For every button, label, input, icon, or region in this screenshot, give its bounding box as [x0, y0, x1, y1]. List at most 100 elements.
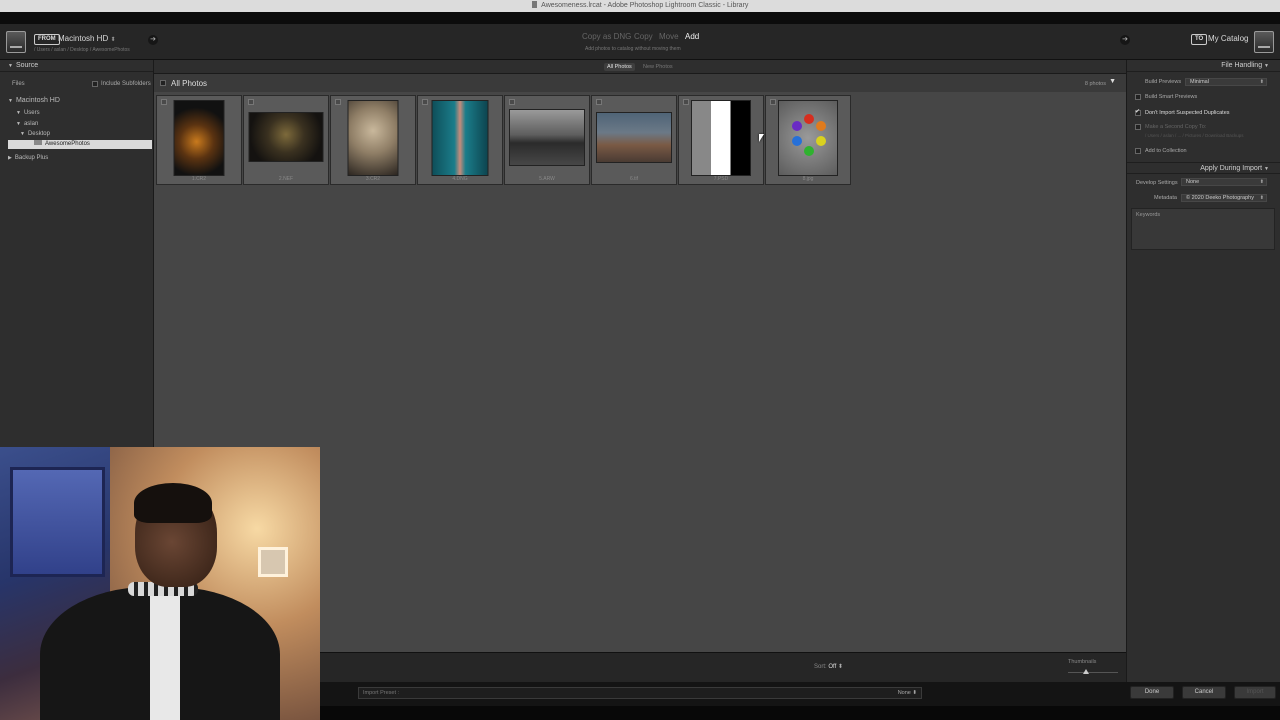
no-duplicates-checkbox[interactable] [1135, 108, 1141, 116]
collapse-triangle-icon: ▼ [1264, 63, 1269, 69]
photo-filename: 1.CR2 [191, 176, 207, 182]
cancel-button[interactable]: Cancel [1182, 686, 1226, 699]
mode-add[interactable]: Add [685, 32, 699, 41]
from-tag: FROM [34, 34, 60, 45]
mode-move[interactable]: Move [659, 32, 679, 41]
mode-description: Add photos to catalog without moving the… [585, 46, 681, 52]
sort-control[interactable]: Sort: Off ⬍ [814, 663, 843, 670]
include-subfolders-checkbox[interactable] [92, 81, 98, 87]
tab-all-photos[interactable]: All Photos [604, 63, 635, 71]
photo-filename: 2.NEF [278, 176, 294, 182]
catalog-drive-icon [1254, 31, 1274, 53]
mode-copy-as-dng[interactable]: Copy as DNG [582, 32, 631, 41]
grid-toolbar: Sort: Off ⬍ Thumbnails [320, 652, 1126, 682]
photo-cell[interactable]: 7.PSD [678, 95, 764, 185]
select-all-checkbox[interactable] [160, 80, 166, 86]
files-label: Files [12, 81, 25, 87]
to-tag: TO [1191, 34, 1208, 45]
import-preset-value: None ⬍ [897, 690, 917, 696]
source-drive-icon[interactable] [6, 31, 26, 53]
photo-filename: 5.ARW [539, 176, 555, 182]
second-copy-checkbox[interactable] [1135, 124, 1141, 130]
window-titlebar: Awesomeness.lrcat - Adobe Photoshop Ligh… [0, 0, 1280, 12]
mouse-cursor [759, 134, 764, 142]
metadata-label: Metadata [1154, 195, 1177, 201]
photo-thumbnail [173, 100, 225, 176]
import-preset-select[interactable]: Import Preset : None ⬍ [358, 687, 922, 699]
options-panel: File Handling ▼ Build Previews Minimal ⬍ … [1126, 60, 1280, 682]
photo-filename: 7.PSD [713, 176, 729, 182]
photo-count: 8 photos [1084, 81, 1106, 87]
photo-cell[interactable]: 4.DNG [417, 95, 503, 185]
develop-settings-select[interactable]: None ⬍ [1181, 178, 1267, 186]
smart-previews-checkbox[interactable] [1135, 94, 1141, 100]
file-handling-header[interactable]: File Handling ▼ [1127, 60, 1280, 72]
photo-cell[interactable]: 5.ARW [504, 95, 590, 185]
photo-thumbnail [778, 100, 838, 176]
import-button[interactable]: Import [1234, 686, 1276, 699]
source-panel: ▼ Source Files Include Subfolders ▼ Macint… [0, 60, 154, 450]
grid-header: All Photos 8 photos ▼ [154, 74, 1126, 92]
photo-cell[interactable]: 6.tif [591, 95, 677, 185]
thumbnail-size-slider[interactable] [1068, 672, 1118, 673]
expand-triangle-icon: ▼ [8, 98, 13, 104]
build-previews-select[interactable]: Minimal ⬍ [1185, 78, 1267, 86]
expand-triangle-icon: ▼ [20, 131, 25, 137]
collapse-triangle-icon: ▼ [1264, 166, 1269, 172]
photo-thumbnail [596, 112, 672, 163]
no-duplicates-label: Don't Import Suspected Duplicates [1145, 110, 1230, 116]
photo-cell[interactable]: 1.CR2 [156, 95, 242, 185]
photo-filename: 6.tif [629, 176, 639, 182]
photo-checkbox[interactable] [248, 99, 254, 105]
photo-checkbox[interactable] [770, 99, 776, 105]
keywords-label: Keywords [1136, 212, 1161, 218]
photo-filename: 4.DNG [452, 176, 468, 182]
count-dropdown-icon[interactable]: ▼ [1109, 78, 1116, 85]
tree-item-aslan[interactable]: ▼ aslan [8, 120, 152, 129]
photo-checkbox[interactable] [422, 99, 428, 105]
photo-checkbox[interactable] [596, 99, 602, 105]
thumbnails-label: Thumbnails [1068, 659, 1097, 665]
photo-checkbox[interactable] [683, 99, 689, 105]
tree-item-awesomephotos[interactable]: AwesomePhotos [8, 140, 152, 149]
source-panel-header[interactable]: ▼ Source [0, 60, 153, 72]
photo-cell[interactable]: 2.NEF [243, 95, 329, 185]
apply-during-import-header[interactable]: Apply During Import ▼ [1127, 162, 1280, 174]
photo-thumbnail [248, 112, 324, 162]
photo-thumbnail [509, 109, 585, 166]
photo-filename: 8.jpg [802, 176, 814, 182]
webcam-person-shirt [150, 592, 180, 720]
add-to-collection-checkbox[interactable] [1135, 148, 1141, 154]
add-to-collection-label: Add to Collection [1145, 148, 1187, 154]
develop-settings-label: Develop Settings [1136, 180, 1178, 186]
expand-triangle-icon: ▼ [16, 110, 21, 116]
tree-item-users[interactable]: ▼ Users [8, 109, 152, 118]
tree-item-desktop[interactable]: ▼ Desktop [8, 130, 152, 139]
webcam-overlay [0, 447, 320, 720]
photo-checkbox[interactable] [161, 99, 167, 105]
grid-title: All Photos [171, 79, 208, 88]
webcam-picture-frame [258, 547, 288, 577]
photo-thumbnail [691, 100, 751, 176]
mode-copy[interactable]: Copy [634, 32, 653, 41]
photo-cell[interactable]: 3.CR2 [330, 95, 416, 185]
photo-cell[interactable]: 8.jpg [765, 95, 851, 185]
tree-item-backup-plus[interactable]: ▶ Backup Plus [8, 154, 152, 163]
collapse-triangle-icon: ▼ [8, 63, 13, 69]
webcam-person-hair [134, 483, 212, 523]
expand-triangle-icon: ▼ [16, 121, 21, 127]
view-tabs: All Photos New Photos [154, 60, 1126, 74]
thumbnail-size-knob[interactable] [1082, 669, 1089, 674]
window-title: Awesomeness.lrcat - Adobe Photoshop Ligh… [541, 2, 749, 9]
destination-label: My Catalog [1208, 34, 1249, 43]
done-button[interactable]: Done [1130, 686, 1174, 699]
second-copy-path: / Users / aslan / ... / Pictures / Downl… [1145, 133, 1244, 138]
keywords-box[interactable]: Keywords [1131, 208, 1275, 250]
tree-item-macintosh-hd[interactable]: ▼ Macintosh HD [8, 96, 152, 105]
metadata-select[interactable]: © 2020 Deeko Photography ⬍ [1181, 194, 1267, 202]
tab-new-photos[interactable]: New Photos [640, 63, 676, 71]
source-drive-label[interactable]: Macintosh HD ⬍ [58, 34, 116, 43]
photo-checkbox[interactable] [335, 99, 341, 105]
photo-checkbox[interactable] [509, 99, 515, 105]
include-subfolders-label: Include Subfolders [101, 81, 151, 87]
